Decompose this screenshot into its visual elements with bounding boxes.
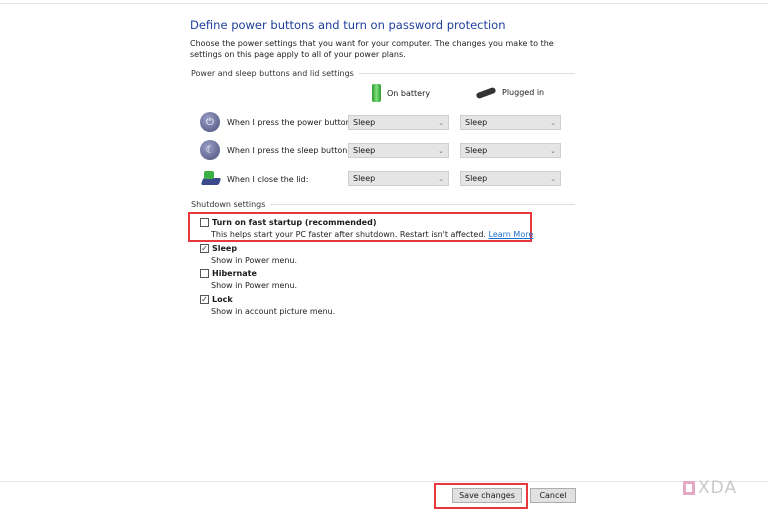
power-button-battery-select[interactable]: Sleep ⌄	[348, 115, 449, 130]
xda-logo-icon	[683, 481, 695, 495]
shutdown-group-header: Shutdown settings	[191, 200, 575, 209]
row-label: When I close the lid:	[227, 175, 309, 184]
hibernate-checkbox[interactable]	[200, 269, 209, 278]
fast-startup-desc: This helps start your PC faster after sh…	[211, 230, 533, 239]
page-description: Choose the power settings that you want …	[190, 39, 554, 59]
top-divider	[0, 3, 768, 4]
chevron-down-icon: ⌄	[438, 174, 444, 183]
column-on-battery: On battery	[372, 84, 430, 102]
option-desc: Show in Power menu.	[211, 256, 298, 265]
fast-startup-checkbox[interactable]	[200, 218, 209, 227]
hibernate-option[interactable]: Hibernate	[200, 269, 257, 278]
lid-battery-select[interactable]: Sleep ⌄	[348, 171, 449, 186]
plug-icon	[475, 86, 497, 99]
row-label: When I press the power button:	[227, 118, 354, 127]
option-desc: Show in Power menu.	[211, 281, 298, 290]
chevron-down-icon: ⌄	[550, 118, 556, 127]
lock-option[interactable]: ✓ Lock	[200, 295, 233, 304]
group-label: Shutdown settings	[191, 200, 266, 209]
column-plugged-in: Plugged in	[475, 86, 545, 99]
fast-startup-option[interactable]: Turn on fast startup (recommended)	[200, 218, 376, 227]
option-label: Sleep	[212, 244, 238, 253]
lid-plugged-select[interactable]: Sleep ⌄	[460, 171, 561, 186]
battery-icon	[372, 84, 381, 102]
group-label: Power and sleep buttons and lid settings	[191, 69, 354, 78]
xda-watermark: XDA	[683, 478, 737, 498]
power-buttons-group-header: Power and sleep buttons and lid settings	[191, 69, 575, 78]
column-label: On battery	[387, 88, 431, 98]
chevron-down-icon: ⌄	[550, 146, 556, 155]
option-label: Lock	[212, 295, 233, 304]
row-label: When I press the sleep button:	[227, 146, 351, 155]
watermark-text: XDA	[698, 478, 738, 498]
sleep-checkbox[interactable]: ✓	[200, 244, 209, 253]
footer-divider	[0, 481, 768, 482]
save-changes-button[interactable]: Save changes	[452, 488, 522, 503]
laptop-lid-icon	[200, 170, 222, 186]
lock-checkbox[interactable]: ✓	[200, 295, 209, 304]
chevron-down-icon: ⌄	[550, 174, 556, 183]
sleep-button-plugged-select[interactable]: Sleep ⌄	[460, 143, 561, 158]
option-desc: This helps start your PC faster after sh…	[211, 230, 486, 239]
power-button-plugged-select[interactable]: Sleep ⌄	[460, 115, 561, 130]
option-label: Turn on fast startup (recommended)	[212, 218, 377, 227]
column-label: Plugged in	[502, 88, 545, 97]
sleep-option[interactable]: ✓ Sleep	[200, 244, 237, 253]
chevron-down-icon: ⌄	[438, 118, 444, 127]
cancel-button[interactable]: Cancel	[530, 488, 576, 503]
option-desc: Show in account picture menu.	[211, 307, 336, 316]
page-title: Define power buttons and turn on passwor…	[190, 18, 506, 32]
option-label: Hibernate	[212, 269, 257, 278]
chevron-down-icon: ⌄	[438, 146, 444, 155]
power-icon: ⏻	[200, 112, 220, 132]
sleep-button-battery-select[interactable]: Sleep ⌄	[348, 143, 449, 158]
sleep-moon-icon: ☾	[200, 140, 220, 160]
learn-more-link[interactable]: Learn More	[489, 230, 534, 239]
